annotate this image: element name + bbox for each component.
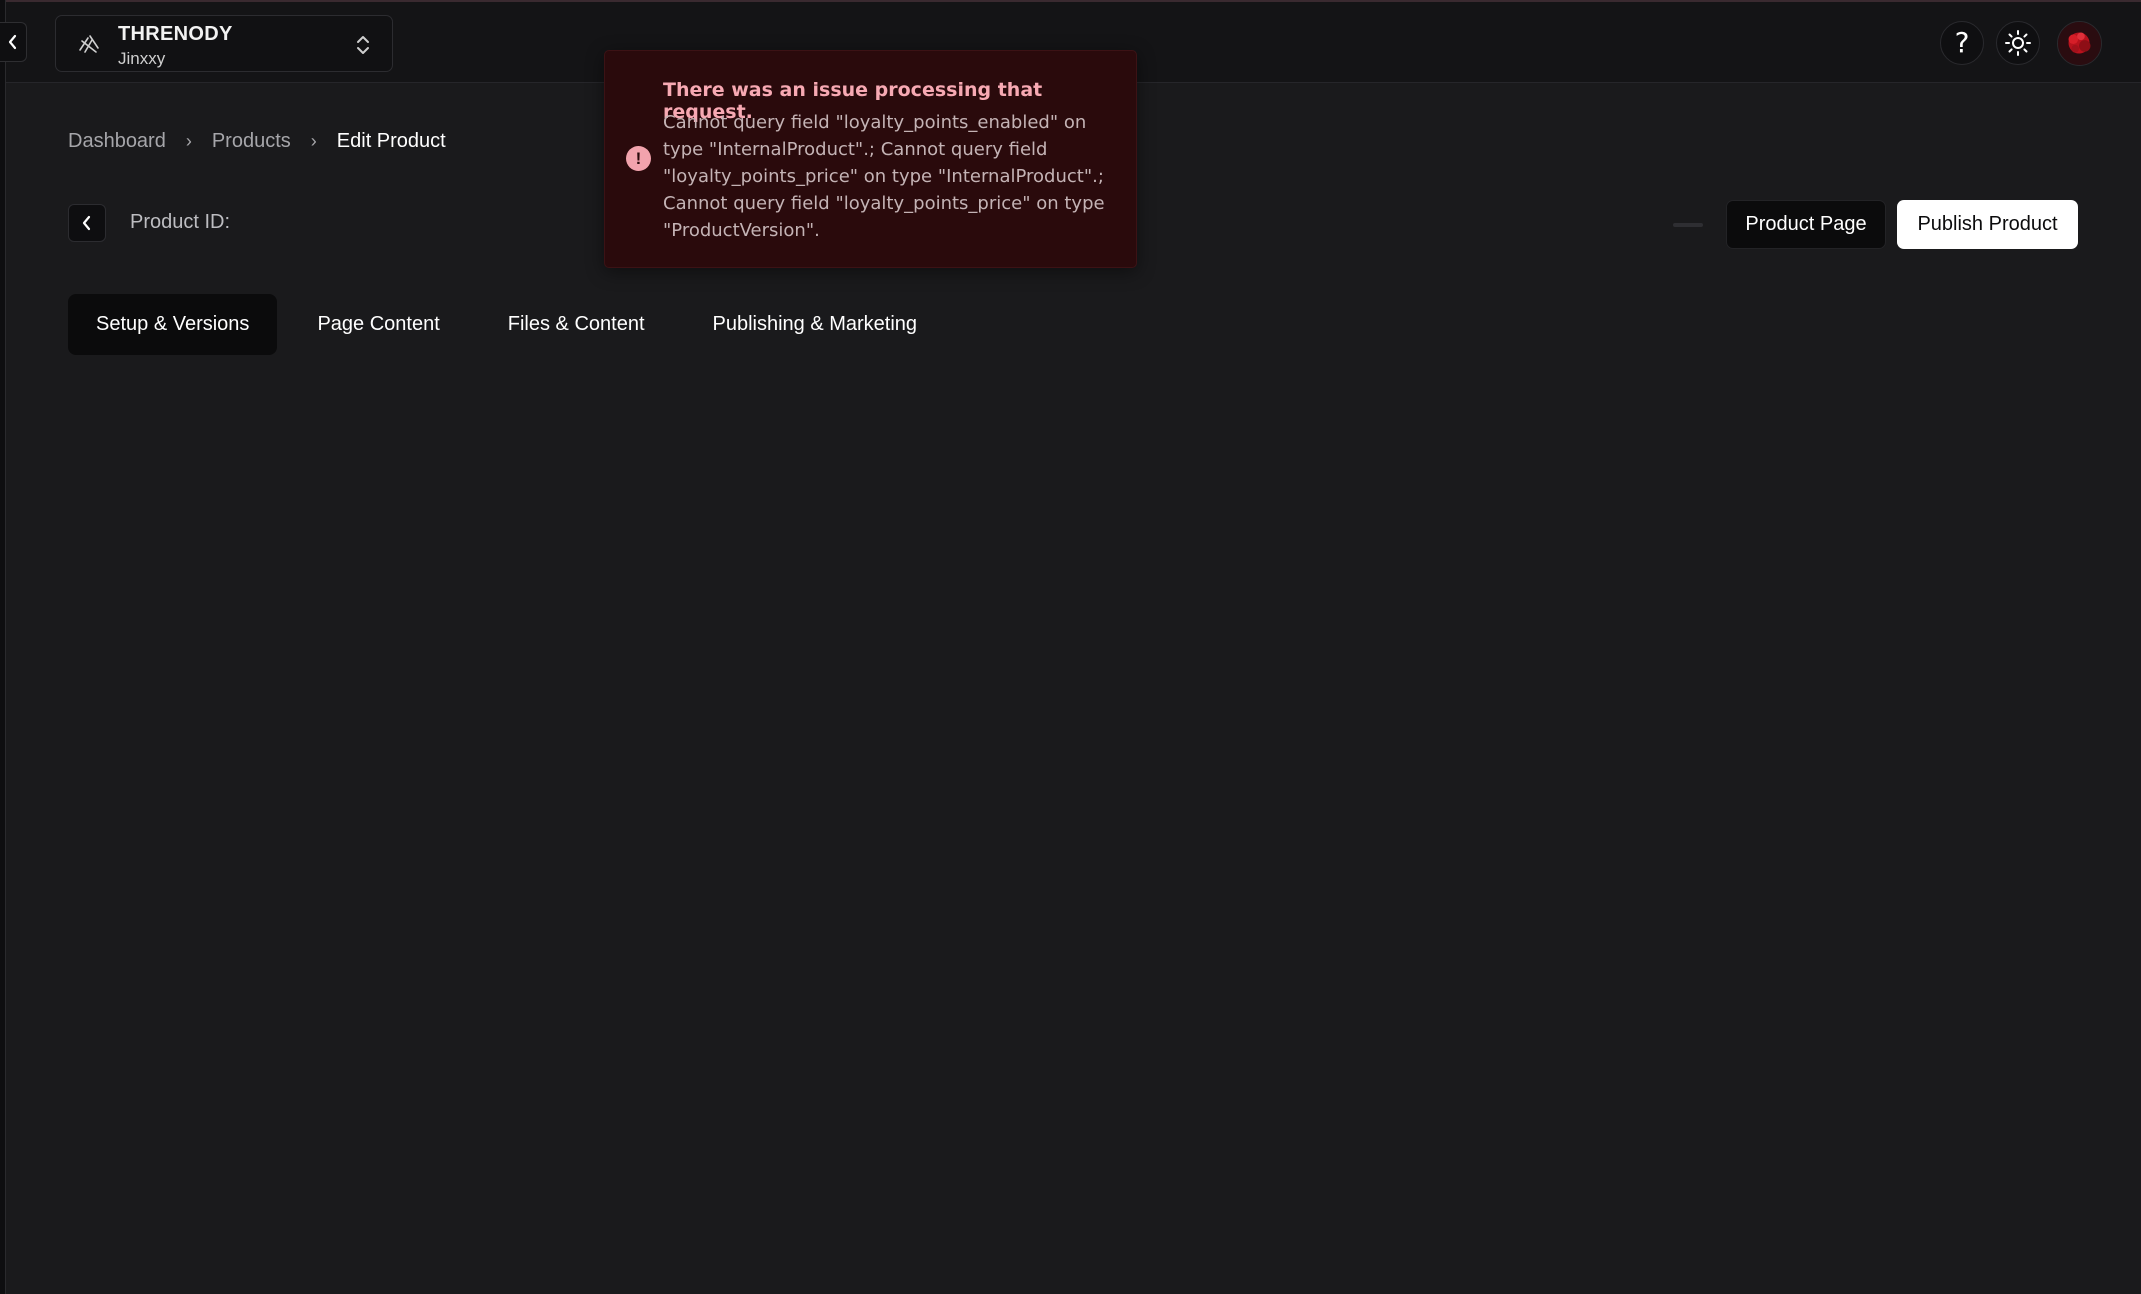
chevron-right-icon: › bbox=[310, 130, 317, 151]
store-name: THRENODY bbox=[118, 23, 233, 45]
store-switcher[interactable]: THRENODY Jinxxy bbox=[55, 15, 393, 72]
sidebar-toggle-button[interactable] bbox=[0, 22, 27, 62]
tab-page-content[interactable]: Page Content bbox=[289, 294, 467, 355]
breadcrumb: Dashboard › Products › Edit Product bbox=[68, 126, 446, 156]
product-id-label: Product ID: bbox=[130, 211, 231, 233]
chevron-up-down-icon bbox=[357, 36, 369, 54]
tab-setup-versions[interactable]: Setup & Versions bbox=[68, 294, 278, 355]
help-icon: ? bbox=[1954, 26, 1970, 59]
avatar-image bbox=[2058, 22, 2101, 65]
back-button[interactable] bbox=[68, 204, 106, 242]
help-button[interactable]: ? bbox=[1940, 21, 1984, 65]
chevron-right-icon: › bbox=[185, 130, 192, 151]
error-toast[interactable]: ! There was an issue processing that req… bbox=[604, 50, 1137, 268]
tab-publishing-marketing[interactable]: Publishing & Marketing bbox=[685, 294, 946, 355]
publish-product-button[interactable]: Publish Product bbox=[1897, 200, 2078, 249]
avatar[interactable] bbox=[2057, 21, 2102, 66]
error-icon: ! bbox=[626, 146, 651, 171]
sun-icon bbox=[2005, 30, 2031, 56]
breadcrumb-dashboard[interactable]: Dashboard bbox=[68, 130, 166, 153]
status-placeholder bbox=[1673, 223, 1703, 227]
left-edge bbox=[0, 0, 6, 1294]
breadcrumb-products[interactable]: Products bbox=[212, 130, 291, 153]
chevron-left-icon bbox=[8, 34, 17, 50]
tab-bar: Setup & Versions Page Content Files & Co… bbox=[68, 294, 945, 355]
breadcrumb-edit-product: Edit Product bbox=[336, 129, 446, 152]
store-subtitle: Jinxxy bbox=[118, 49, 166, 68]
tab-files-content[interactable]: Files & Content bbox=[480, 294, 673, 355]
product-page-button[interactable]: Product Page bbox=[1726, 200, 1886, 249]
toast-message: Cannot query field "loyalty_points_enabl… bbox=[663, 112, 1105, 241]
store-logo-icon bbox=[79, 35, 99, 53]
chevron-left-icon bbox=[82, 215, 91, 231]
theme-toggle-button[interactable] bbox=[1996, 21, 2040, 65]
